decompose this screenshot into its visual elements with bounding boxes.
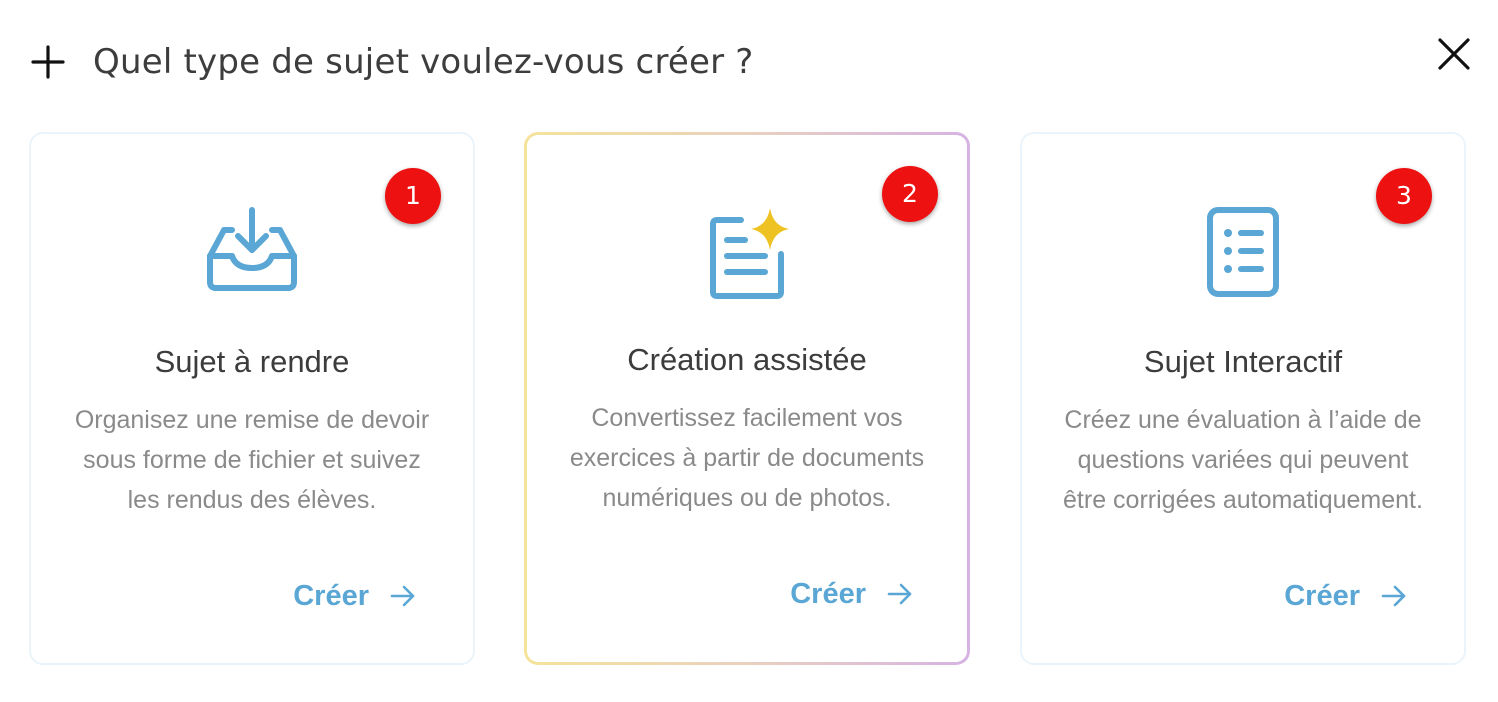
card-title: Sujet Interactif bbox=[1143, 344, 1343, 379]
step-badge: 3 bbox=[1376, 168, 1432, 224]
create-button[interactable]: Créer bbox=[1284, 576, 1408, 616]
card-description: Organisez une remise de devoir sous form… bbox=[74, 406, 430, 514]
card-sujet-interactif[interactable]: 3 Sujet Interactif Créez une évaluation … bbox=[1020, 132, 1466, 665]
create-label: Créer bbox=[293, 579, 369, 612]
card-title: Sujet à rendre bbox=[154, 344, 350, 379]
dialog-header: Quel type de sujet voulez-vous créer ? bbox=[0, 0, 1498, 120]
step-badge: 2 bbox=[882, 166, 938, 222]
close-icon[interactable] bbox=[1430, 30, 1478, 78]
create-label: Créer bbox=[1284, 579, 1360, 612]
card-description: Convertissez facilement vos exercices à … bbox=[569, 404, 925, 512]
inbox-download-icon bbox=[207, 207, 297, 291]
plus-icon bbox=[31, 45, 65, 79]
create-button[interactable]: Créer bbox=[293, 576, 417, 616]
arrow-right-icon bbox=[390, 585, 415, 607]
arrow-right-icon bbox=[1381, 585, 1406, 607]
document-sparkle-icon bbox=[710, 208, 789, 299]
dialog-title: Quel type de sujet voulez-vous créer ? bbox=[93, 42, 754, 82]
arrow-right-icon bbox=[887, 583, 912, 605]
close-button[interactable] bbox=[1430, 30, 1478, 78]
card-title: Création assistée bbox=[627, 342, 867, 377]
card-sujet-a-rendre[interactable]: 1 Sujet à rendre Organisez une remise de… bbox=[29, 132, 475, 665]
checklist-icon bbox=[1207, 207, 1279, 297]
create-button[interactable]: Créer bbox=[790, 574, 914, 614]
step-badge: 1 bbox=[385, 168, 441, 224]
create-label: Créer bbox=[790, 577, 866, 610]
card-creation-assistee[interactable]: 2 Création assistée Convertissez facilem… bbox=[524, 132, 970, 665]
card-description: Créez une évaluation à l’aide de questio… bbox=[1063, 406, 1423, 514]
